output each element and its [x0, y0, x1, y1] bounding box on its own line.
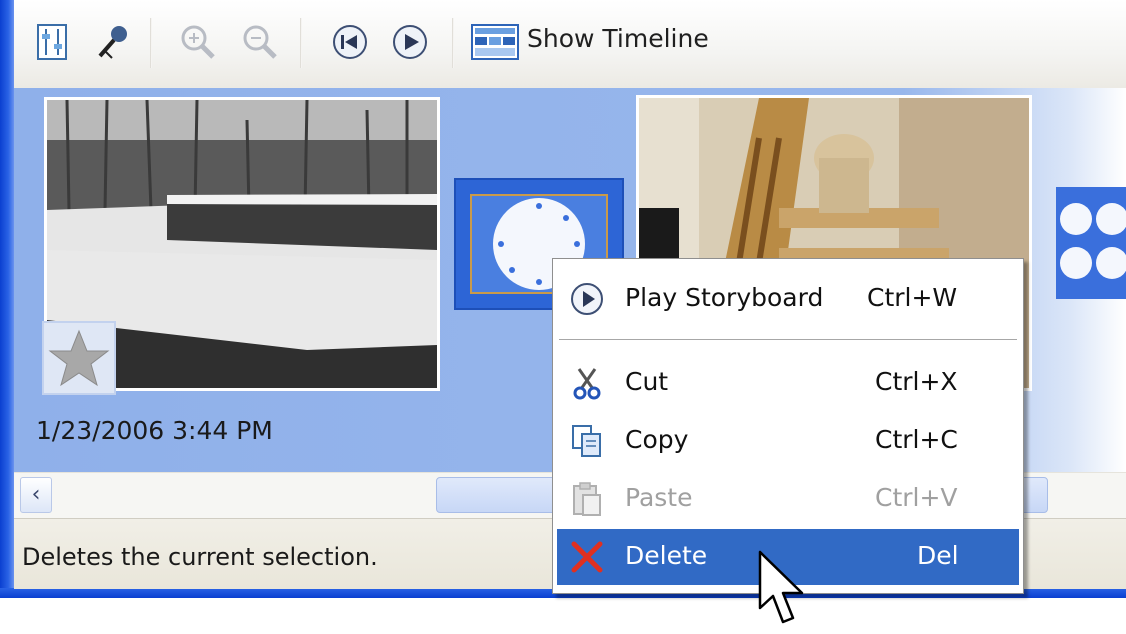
menu-item-label: Copy — [625, 425, 689, 454]
clip-date-label: 1/23/2006 3:44 PM — [36, 416, 273, 445]
show-timeline-icon[interactable] — [470, 22, 520, 62]
menu-separator — [559, 339, 1017, 341]
toolbar-separator — [300, 18, 302, 68]
transition-thumbnail[interactable] — [1056, 187, 1126, 299]
menu-item-label: Paste — [625, 483, 693, 512]
play-storyboard-icon[interactable] — [390, 22, 430, 62]
copy-icon — [569, 423, 605, 459]
menu-item-shortcut: Del — [917, 541, 959, 570]
mouse-cursor-icon — [756, 550, 812, 630]
storyboard-toolbar: Show Timeline — [14, 0, 1126, 88]
menu-item-cut[interactable]: Cut Ctrl+X — [557, 355, 1019, 411]
menu-item-shortcut: Ctrl+W — [867, 283, 958, 312]
delete-x-icon — [569, 539, 605, 575]
video-effect-star-icon[interactable] — [42, 321, 116, 395]
zoom-out-icon[interactable] — [240, 22, 280, 62]
menu-item-shortcut: Ctrl+C — [875, 425, 958, 454]
menu-item-shortcut: Ctrl+X — [875, 367, 958, 396]
menu-item-label: Play Storyboard — [625, 283, 824, 312]
scroll-left-arrow-icon[interactable]: ‹ — [20, 477, 52, 513]
menu-item-copy[interactable]: Copy Ctrl+C — [557, 413, 1019, 469]
context-menu: Play Storyboard Ctrl+W Cut Ctrl+X Copy C… — [552, 258, 1024, 594]
menu-item-play-storyboard[interactable]: Play Storyboard Ctrl+W — [557, 271, 1019, 327]
menu-item-shortcut: Ctrl+V — [875, 483, 958, 512]
status-text: Deletes the current selection. — [22, 543, 378, 571]
menu-item-label: Cut — [625, 367, 669, 396]
narrate-timeline-icon[interactable] — [92, 22, 132, 62]
paste-icon — [569, 481, 605, 517]
toolbar-separator — [150, 18, 152, 68]
zoom-in-icon[interactable] — [178, 22, 218, 62]
toolbar-separator — [452, 18, 454, 68]
rewind-storyboard-icon[interactable] — [330, 22, 370, 62]
play-icon — [569, 281, 605, 317]
set-audio-levels-icon[interactable] — [32, 22, 72, 62]
window-frame-left — [0, 0, 14, 596]
show-timeline-button[interactable]: Show Timeline — [527, 24, 709, 53]
menu-item-paste[interactable]: Paste Ctrl+V — [557, 471, 1019, 527]
scissors-icon — [569, 365, 605, 401]
menu-item-label: Delete — [625, 541, 708, 570]
